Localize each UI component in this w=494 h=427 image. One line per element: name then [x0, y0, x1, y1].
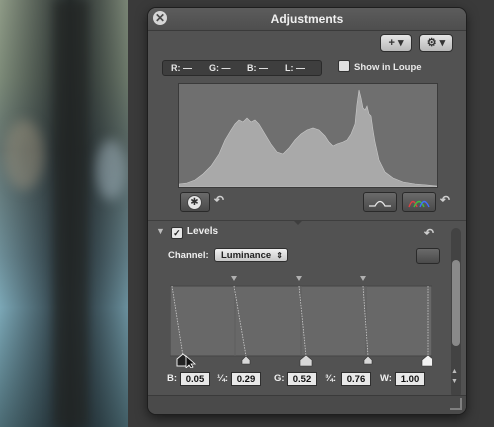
three-quarter-handle [363, 355, 373, 365]
auto-enhance-icon: ✱ [187, 195, 202, 210]
field-label: W: [380, 373, 392, 384]
title-bar: ✕ Adjustments [148, 8, 466, 31]
loupe-label: Show in Loupe [354, 62, 422, 73]
rgb-histogram-button[interactable] [402, 192, 436, 212]
field-label: B: [167, 373, 178, 384]
curve-icon [369, 200, 391, 207]
rgb-histogram-icon [408, 200, 430, 208]
field-label: ¾: [325, 373, 337, 384]
undo-icon[interactable]: ↶ [214, 193, 224, 207]
readout-g: G: — [209, 63, 231, 73]
channel-value: Luminance [221, 250, 272, 261]
show-in-loupe-checkbox[interactable]: Show in Loupe [338, 60, 422, 75]
white-point-field[interactable]: 1.00 [395, 372, 425, 386]
quarter-handle [241, 355, 251, 365]
top-marker [296, 276, 302, 281]
readout-b: B: — [247, 63, 268, 73]
top-marker [231, 276, 237, 281]
levels-graph[interactable] [169, 276, 435, 369]
chevron-updown-icon: ⇕ [276, 251, 283, 260]
checkbox-icon[interactable]: ✓ [170, 227, 183, 239]
gray-point-field[interactable]: 0.52 [287, 372, 317, 386]
top-marker [360, 276, 366, 281]
quarter-tone-field[interactable]: 0.29 [231, 372, 261, 386]
white-point-handle [421, 354, 435, 367]
levels-options-button[interactable] [416, 248, 440, 264]
levels-header[interactable]: ▼ ✓ Levels [156, 226, 218, 239]
section-divider [148, 220, 466, 221]
readout-r: R: — [171, 63, 192, 73]
histogram [178, 83, 438, 188]
color-readout: R: — G: — B: — L: — [162, 60, 322, 76]
gear-menu-button[interactable]: ⚙ ▾ [419, 34, 453, 52]
curve-view-button[interactable] [363, 192, 397, 212]
undo-icon[interactable]: ↶ [424, 226, 434, 240]
black-point-field[interactable]: 0.05 [180, 372, 210, 386]
undo-icon[interactable]: ↶ [440, 193, 450, 207]
auto-levels-button[interactable]: ✱ [180, 192, 210, 212]
mouse-cursor-icon [185, 355, 197, 369]
channel-select[interactable]: Luminance ⇕ [214, 248, 288, 262]
histogram-shape [179, 89, 437, 187]
levels-title: Levels [186, 226, 219, 237]
field-label: G: [274, 373, 285, 384]
adjustments-panel: ✕ Adjustments + ▾ ⚙ ▾ R: — G: — B: — L: … [148, 8, 466, 414]
checkbox-icon [338, 60, 350, 72]
resize-grip-icon[interactable] [450, 398, 462, 410]
scroll-up-icon[interactable]: ▲ [451, 368, 458, 375]
gray-point-handle [299, 354, 313, 367]
add-adjustment-button[interactable]: + ▾ [380, 34, 412, 52]
readout-l: L: — [285, 63, 305, 73]
disclosure-triangle-icon[interactable]: ▼ [156, 226, 165, 236]
divider-notch [293, 220, 303, 225]
field-label: ¼: [217, 373, 229, 384]
bottom-bar [148, 395, 466, 414]
scrollbar-thumb[interactable] [452, 260, 460, 346]
three-quarter-tone-field[interactable]: 0.76 [341, 372, 371, 386]
window-title: Adjustments [270, 12, 344, 26]
scroll-down-icon[interactable]: ▼ [451, 378, 458, 385]
channel-label: Channel: [168, 250, 209, 261]
